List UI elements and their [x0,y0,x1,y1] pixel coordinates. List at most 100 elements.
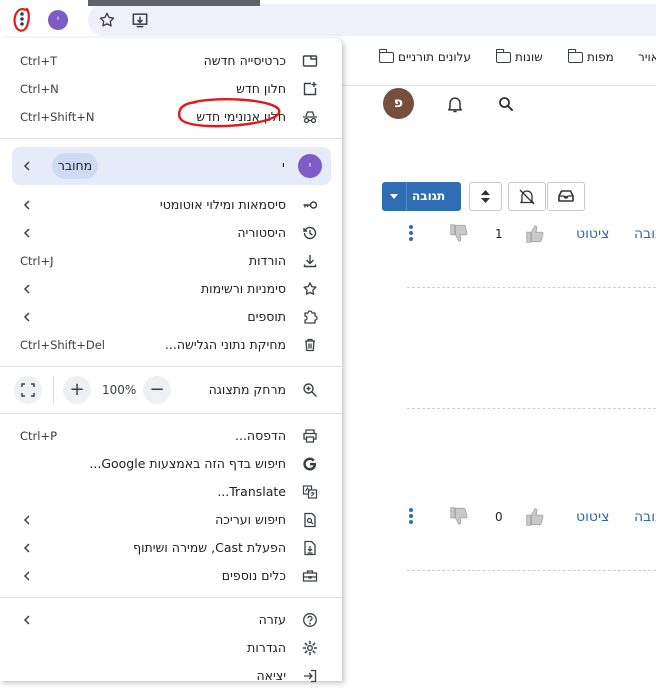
reply-button-group[interactable]: תגובה [382,182,461,211]
menu-item-clear-browsing-data[interactable]: מחיקת נתוני הגלישה... Ctrl+Shift+Del [0,331,342,359]
menu-item-shortcut: Ctrl+J [20,254,54,268]
bookmark-folder-3[interactable]: עלונים תורניים [378,48,471,64]
menu-item-new-window[interactable]: חלון חדש Ctrl+N [0,75,342,103]
post-reply-link[interactable]: תגובה [634,226,656,242]
like-button[interactable] [524,506,546,528]
exit-icon [304,669,317,683]
chrome-menu-button[interactable] [8,4,36,34]
dislike-button[interactable] [448,505,470,527]
menu-item-label: מחיקת נתוני הגלישה... [164,337,286,352]
menu-item-label: סימניות ורשימות [200,281,286,296]
bookmark-folder-0[interactable]: אויר [638,50,656,64]
search-button[interactable] [497,95,515,113]
notifications-button[interactable] [445,94,465,114]
bookmark-star-button[interactable] [98,11,116,29]
thumbs-up-icon [526,225,544,243]
chevron-left-icon [23,284,30,294]
menu-item-passwords[interactable]: סיסמאות ומילוי אוטומטי [0,191,342,219]
profile-status-label: מחובר [57,158,93,173]
menu-item-label: חלון חדש [236,81,286,96]
zoom-divider [53,376,54,404]
profile-avatar: י [298,154,322,178]
menu-item-cast-save-share[interactable]: הפעלת Cast, שמירה ושיתוף [0,534,342,562]
menu-item-label: היסטוריה [237,225,286,240]
menu-item-shortcut: Ctrl+P [20,429,58,443]
print-icon [303,429,317,443]
menu-item-help[interactable]: עזרה [0,606,342,634]
menu-item-more-tools[interactable]: כלים נוספים [0,562,342,590]
menu-separator [0,597,342,598]
bookmark-folder-1[interactable]: מפות [567,48,614,64]
menu-item-label: הורדות [248,253,286,268]
reply-dropdown-toggle[interactable] [382,182,407,211]
post-options-button[interactable] [409,508,413,526]
menu-separator [0,366,342,367]
menu-item-extensions[interactable]: תוספים [0,303,342,331]
tab-strip-edge [88,0,260,6]
menu-item-label: סיסמאות ומילוי אוטומטי [159,197,286,212]
chevron-left-icon [23,571,30,581]
menu-item-shortcut: Ctrl+T [20,54,58,68]
menu-item-history[interactable]: היסטוריה [0,219,342,247]
bookmark-label: מפות [587,50,614,64]
zoom-level: 100% [102,383,137,397]
menu-item-label: חיפוש ועריכה [215,512,286,527]
install-app-button[interactable] [130,10,150,30]
find-icon [304,512,316,528]
google-icon [303,457,316,471]
search-icon [499,97,513,111]
post-quote-link[interactable]: ציטוט [576,509,609,525]
key-icon [303,201,318,209]
minus-icon: − [149,379,165,400]
zoom-icon [303,383,317,397]
inbox-icon [558,190,574,202]
thumbs-down-icon [450,224,468,242]
history-icon [303,226,317,240]
help-icon [303,613,317,627]
menu-item-label: מרחק מתצוגה [208,382,286,397]
menu-item-print[interactable]: הדפסה... Ctrl+P [0,422,342,450]
dislike-button[interactable] [448,222,470,244]
like-button[interactable] [524,223,546,245]
inbox-button[interactable] [547,182,585,211]
bell-off-icon [519,189,535,205]
post-options-button[interactable] [409,225,413,243]
menu-item-bookmarks[interactable]: סימניות ורשימות [0,275,342,303]
menu-item-label: תוספים [247,309,286,324]
sort-icon [481,190,490,203]
menu-item-zoom: מרחק מתצוגה [0,376,342,404]
post-reply-link[interactable]: תגובה [634,509,656,525]
menu-item-settings[interactable]: הגדרות [0,634,342,662]
toolbox-icon [302,570,318,582]
bookmark-label: שונות [515,50,543,64]
menu-item-find-and-edit[interactable]: חיפוש ועריכה [0,506,342,534]
fullscreen-button[interactable] [14,376,42,404]
zoom-in-button[interactable]: + [63,376,91,404]
chevron-left-icon [23,228,30,238]
mute-notifications-button[interactable] [508,182,546,211]
sort-button[interactable] [469,182,502,211]
bookmark-folder-2[interactable]: שונות [495,48,543,64]
menu-item-new-incognito-window[interactable]: חלון אנונימי חדש Ctrl+Shift+N [0,103,342,131]
menu-item-translate[interactable]: Translate... [0,478,342,506]
user-avatar[interactable]: פ [383,88,414,119]
menu-item-search-with-google[interactable]: חיפוש בדף הזה באמצעות Google... [0,450,342,478]
incognito-icon [303,111,317,124]
thumbs-down-icon [450,507,468,525]
profile-avatar-button[interactable]: י [48,10,68,30]
new-tab-icon [302,55,318,67]
cast-save-icon [304,540,316,556]
profile-sync-status: מחובר [52,153,98,179]
menu-item-new-tab[interactable]: כרטיסייה חדשה Ctrl+T [0,47,342,75]
post-quote-link[interactable]: ציטוט [576,226,609,242]
menu-item-exit[interactable]: יציאה [0,662,342,690]
menu-item-label: הפעלת Cast, שמירה ושיתוף [133,540,286,555]
zoom-out-button[interactable]: − [143,376,171,404]
install-icon [132,13,148,28]
post-divider [407,287,656,288]
address-bar[interactable] [88,4,656,36]
folder-icon [495,48,511,63]
kebab-icon [13,7,30,32]
folder-icon [378,48,394,63]
menu-item-downloads[interactable]: הורדות Ctrl+J [0,247,342,275]
